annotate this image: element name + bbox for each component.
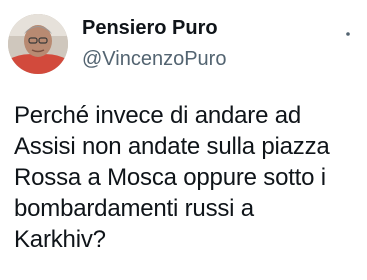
user-handle[interactable]: @VincenzoPuro	[82, 47, 226, 71]
more-options-button[interactable]	[336, 22, 360, 46]
tweet-text: Perché invece di andare ad Assisi non an…	[14, 102, 330, 253]
avatar[interactable]	[8, 14, 68, 74]
tweet-card: Pensiero Puro @VincenzoPuro Perché invec…	[0, 0, 367, 280]
display-name[interactable]: Pensiero Puro	[82, 16, 218, 40]
profile-photo-icon	[8, 14, 68, 74]
more-options-icon	[346, 32, 350, 36]
